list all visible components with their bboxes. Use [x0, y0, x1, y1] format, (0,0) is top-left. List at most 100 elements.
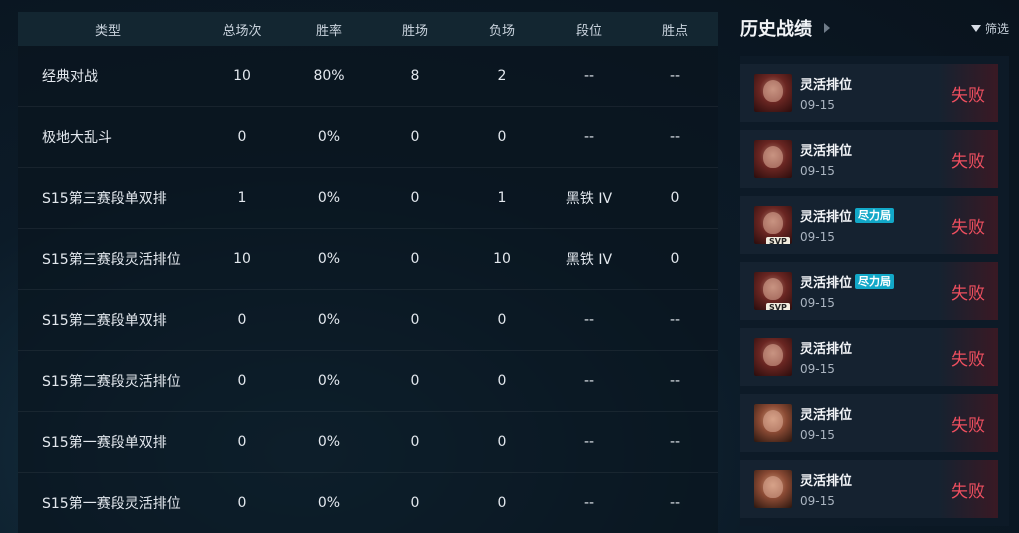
- cell-type: S15第一赛段灵活排位: [42, 496, 181, 512]
- cell-winrate: 0%: [317, 434, 341, 450]
- cell-lp: 0: [670, 190, 680, 206]
- cell-losses: 0: [497, 434, 507, 450]
- match-result: 失败: [938, 394, 998, 452]
- champion-avatar: SVP: [754, 206, 792, 244]
- match-history-panel: 历史战绩 筛选 灵活排位 09-15 失败 灵活排位 09-15 失败 SVP 灵活排位 尽力局…: [728, 0, 1019, 533]
- match-result: 失败: [938, 64, 998, 122]
- cell-winrate: 0%: [317, 312, 341, 328]
- cell-total: 10: [233, 251, 251, 267]
- cell-lp: --: [669, 495, 681, 511]
- cell-losses: 10: [493, 251, 511, 267]
- champion-avatar: [754, 404, 792, 442]
- champion-avatar: [754, 338, 792, 376]
- app-root: 类型 总场次 胜率 胜场 负场 段位 胜点 经典对战 10 80% 8 2 -- -- 极地大…: [0, 0, 1019, 533]
- table-row: 极地大乱斗 0 0% 0 0 -- --: [18, 107, 718, 168]
- chevron-right-icon: [824, 23, 830, 33]
- champion-avatar: SVP: [754, 272, 792, 310]
- header-winrate: 胜率: [315, 23, 342, 39]
- cell-losses: 0: [497, 312, 507, 328]
- match-card[interactable]: 灵活排位 09-15 失败: [740, 394, 998, 452]
- match-mode: 灵活排位: [800, 408, 853, 423]
- header-rank: 段位: [575, 23, 602, 39]
- table-row: S15第二赛段单双排 0 0% 0 0 -- --: [18, 290, 718, 351]
- cell-lp: --: [669, 312, 681, 328]
- cell-rank: 黑铁 IV: [565, 252, 613, 268]
- svp-badge: SVP: [766, 237, 790, 244]
- cell-rank: --: [583, 373, 595, 389]
- stats-table-body: 经典对战 10 80% 8 2 -- -- 极地大乱斗 0 0% 0 0 -- -- S15第三赛段单双排 1…: [18, 46, 718, 533]
- cell-winrate: 0%: [317, 495, 341, 511]
- match-history-list: 灵活排位 09-15 失败 灵活排位 09-15 失败 SVP 灵活排位 尽力局 09-15 失败 S…: [740, 56, 1009, 526]
- champion-avatar: [754, 470, 792, 508]
- match-mode: 灵活排位: [800, 78, 853, 93]
- champion-portrait-icon: [763, 344, 783, 366]
- filter-button[interactable]: 筛选: [970, 20, 1009, 37]
- table-row: S15第一赛段灵活排位 0 0% 0 0 -- --: [18, 473, 718, 533]
- cell-type: S15第三赛段灵活排位: [42, 252, 181, 268]
- header-wins: 胜场: [401, 23, 428, 39]
- champion-portrait-icon: [763, 476, 783, 498]
- cell-rank: --: [583, 129, 595, 145]
- cell-type: S15第二赛段单双排: [42, 313, 167, 329]
- match-card[interactable]: SVP 灵活排位 尽力局 09-15 失败: [740, 196, 998, 254]
- match-card[interactable]: 灵活排位 09-15 失败: [740, 328, 998, 386]
- champion-avatar: [754, 140, 792, 178]
- table-row: S15第一赛段单双排 0 0% 0 0 -- --: [18, 412, 718, 473]
- cell-winrate: 0%: [317, 251, 341, 267]
- cell-wins: 8: [410, 68, 420, 84]
- cell-winrate: 0%: [317, 129, 341, 145]
- cell-total: 0: [237, 129, 247, 145]
- cell-losses: 0: [497, 129, 507, 145]
- stats-table: 类型 总场次 胜率 胜场 负场 段位 胜点 经典对战 10 80% 8 2 -- -- 极地大…: [18, 12, 718, 533]
- cell-wins: 0: [410, 190, 420, 206]
- match-result: 失败: [938, 328, 998, 386]
- cell-wins: 0: [410, 312, 420, 328]
- cell-type: S15第三赛段单双排: [42, 191, 167, 207]
- cell-rank: --: [583, 312, 595, 328]
- match-card[interactable]: SVP 灵活排位 尽力局 09-15 失败: [740, 262, 998, 320]
- filter-label: 筛选: [984, 21, 1009, 36]
- cell-total: 0: [237, 434, 247, 450]
- header-type: 类型: [94, 23, 121, 39]
- match-card[interactable]: 灵活排位 09-15 失败: [740, 460, 998, 518]
- match-card[interactable]: 灵活排位 09-15 失败: [740, 64, 998, 122]
- cell-wins: 0: [410, 434, 420, 450]
- cell-lp: --: [669, 373, 681, 389]
- cell-wins: 0: [410, 251, 420, 267]
- cell-type: 经典对战: [42, 69, 98, 85]
- cell-wins: 0: [410, 495, 420, 511]
- cell-total: 10: [233, 68, 251, 84]
- match-mode: 灵活排位: [800, 210, 853, 225]
- cell-total: 0: [237, 312, 247, 328]
- cell-lp: 0: [670, 251, 680, 267]
- cell-wins: 0: [410, 129, 420, 145]
- cell-type: S15第一赛段单双排: [42, 435, 167, 451]
- history-title: 历史战绩: [740, 19, 812, 40]
- cell-wins: 0: [410, 373, 420, 389]
- match-result: 失败: [938, 196, 998, 254]
- history-title-link[interactable]: 历史战绩: [740, 15, 830, 41]
- match-card[interactable]: 灵活排位 09-15 失败: [740, 130, 998, 188]
- cell-rank: --: [583, 434, 595, 450]
- svp-badge: SVP: [766, 303, 790, 310]
- header-losses: 负场: [488, 23, 515, 39]
- table-row: S15第二赛段灵活排位 0 0% 0 0 -- --: [18, 351, 718, 412]
- cell-total: 0: [237, 495, 247, 511]
- cell-lp: --: [669, 68, 681, 84]
- cell-rank: --: [583, 68, 595, 84]
- champion-portrait-icon: [763, 410, 783, 432]
- cell-losses: 2: [497, 68, 507, 84]
- match-mode: 灵活排位: [800, 342, 853, 357]
- cell-losses: 0: [497, 373, 507, 389]
- match-mode: 灵活排位: [800, 474, 853, 489]
- match-mode: 灵活排位: [800, 276, 853, 291]
- cell-total: 1: [237, 190, 247, 206]
- match-result: 失败: [938, 460, 998, 518]
- cell-total: 0: [237, 373, 247, 389]
- cell-rank: --: [583, 495, 595, 511]
- performance-tag: 尽力局: [855, 274, 895, 289]
- cell-winrate: 0%: [317, 190, 341, 206]
- cell-type: S15第二赛段灵活排位: [42, 374, 181, 390]
- filter-icon: [970, 24, 981, 32]
- table-row: 经典对战 10 80% 8 2 -- --: [18, 46, 718, 107]
